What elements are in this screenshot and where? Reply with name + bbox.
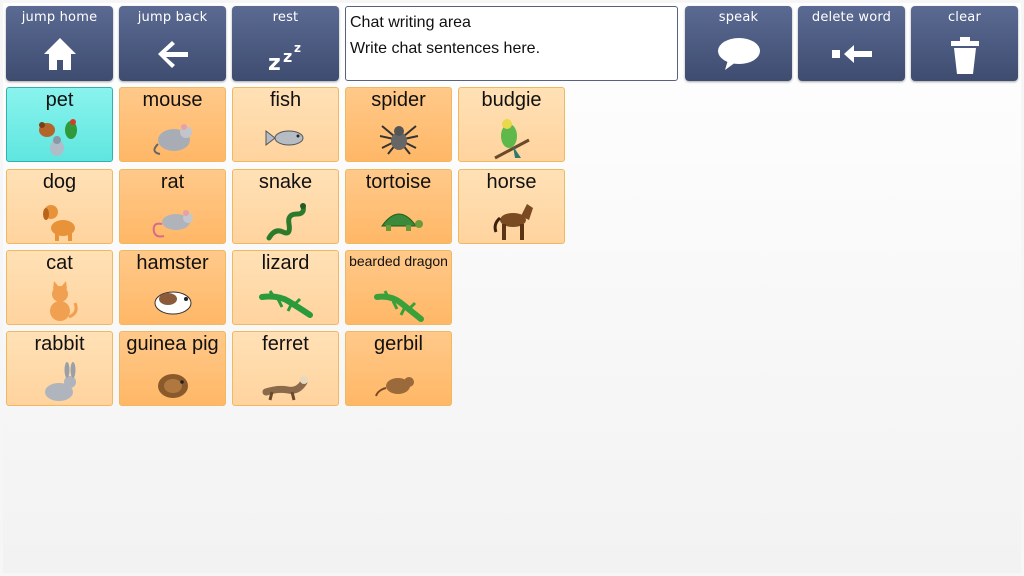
- rest-label: rest: [272, 10, 299, 25]
- cell-label: guinea pig: [126, 333, 219, 355]
- trash-icon: [950, 37, 979, 74]
- sleep-zzz-icon: z z z: [268, 41, 301, 72]
- jump-home-label: jump home: [21, 10, 98, 25]
- cell-horse[interactable]: horse: [458, 169, 565, 244]
- chat-title: Chat writing area: [350, 14, 471, 31]
- delete-word-label: delete word: [811, 10, 892, 25]
- speak-button[interactable]: speak: [685, 6, 792, 81]
- cell-guinea-pig[interactable]: guinea pig: [119, 331, 226, 406]
- speech-bubble-icon: [717, 38, 760, 70]
- gerbil-icon: [374, 377, 414, 397]
- cell-gerbil[interactable]: gerbil: [345, 331, 452, 406]
- cell-label: cat: [46, 252, 73, 274]
- svg-text:z: z: [268, 51, 281, 72]
- rat-icon: [152, 210, 193, 238]
- cell-dog[interactable]: dog: [6, 169, 113, 244]
- horse-icon: [493, 204, 533, 240]
- cell-label: bearded dragon: [349, 253, 448, 269]
- cell-label: spider: [371, 89, 426, 111]
- cell-label: rabbit: [34, 333, 85, 355]
- cell-ferret[interactable]: ferret: [232, 331, 339, 406]
- hamster-icon: [154, 291, 191, 315]
- cell-label: budgie: [481, 89, 542, 111]
- cell-spider[interactable]: spider: [345, 87, 452, 162]
- cell-snake[interactable]: snake: [232, 169, 339, 244]
- cell-label: lizard: [261, 252, 310, 274]
- cell-label: mouse: [142, 89, 203, 111]
- cell-label: snake: [258, 171, 313, 193]
- delete-word-button[interactable]: delete word: [798, 6, 905, 81]
- lizard-icon: [258, 290, 313, 318]
- chat-writing-area[interactable]: Chat writing area Write chat sentences h…: [345, 6, 678, 81]
- dog-icon: [42, 205, 75, 241]
- fish-icon: [265, 129, 303, 147]
- jump-back-button[interactable]: jump back: [119, 6, 226, 81]
- cell-lizard[interactable]: lizard: [232, 250, 339, 325]
- cell-mouse[interactable]: mouse: [119, 87, 226, 162]
- cell-label: dog: [42, 171, 77, 193]
- cell-label: fish: [269, 89, 302, 111]
- cell-label: pet: [45, 89, 74, 111]
- cell-label: gerbil: [374, 333, 423, 355]
- cell-label: tortoise: [365, 171, 432, 193]
- cell-bearded-dragon[interactable]: bearded dragon: [345, 250, 452, 325]
- cell-hamster[interactable]: hamster: [119, 250, 226, 325]
- cell-label: horse: [486, 171, 537, 193]
- cell-cat[interactable]: cat: [6, 250, 113, 325]
- cell-rabbit[interactable]: rabbit: [6, 331, 113, 406]
- cell-pet[interactable]: pet: [6, 87, 113, 162]
- home-icon: [43, 38, 76, 70]
- jump-back-label: jump back: [137, 10, 208, 25]
- mouse-icon: [153, 124, 192, 155]
- delete-arrow-icon: [831, 45, 872, 63]
- snake-icon: [266, 203, 306, 241]
- cell-budgie[interactable]: budgie: [458, 87, 565, 162]
- speak-label: speak: [718, 10, 759, 25]
- ferret-icon: [262, 376, 308, 401]
- cell-fish[interactable]: fish: [232, 87, 339, 162]
- svg-text:z: z: [294, 41, 301, 55]
- arrow-left-icon: [157, 41, 188, 68]
- chat-hint: Write chat sentences here.: [350, 40, 541, 57]
- cell-tortoise[interactable]: tortoise: [345, 169, 452, 244]
- cell-label: ferret: [262, 333, 309, 355]
- jump-home-button[interactable]: jump home: [6, 6, 113, 81]
- cell-rat[interactable]: rat: [119, 169, 226, 244]
- pets-icon: [38, 119, 77, 156]
- cat-icon: [49, 281, 78, 321]
- clear-button[interactable]: clear: [911, 6, 1018, 81]
- tortoise-icon: [380, 213, 423, 231]
- svg-text:z: z: [283, 47, 292, 66]
- spider-icon: [379, 125, 418, 155]
- rabbit-icon: [44, 362, 76, 401]
- clear-label: clear: [947, 10, 982, 25]
- cell-label: hamster: [136, 252, 209, 274]
- guinea-pig-icon: [157, 374, 188, 398]
- cell-label: rat: [160, 171, 185, 193]
- budgie-icon: [493, 119, 530, 160]
- rest-button[interactable]: rest z z z: [232, 6, 339, 81]
- bearded-dragon-icon: [373, 290, 424, 322]
